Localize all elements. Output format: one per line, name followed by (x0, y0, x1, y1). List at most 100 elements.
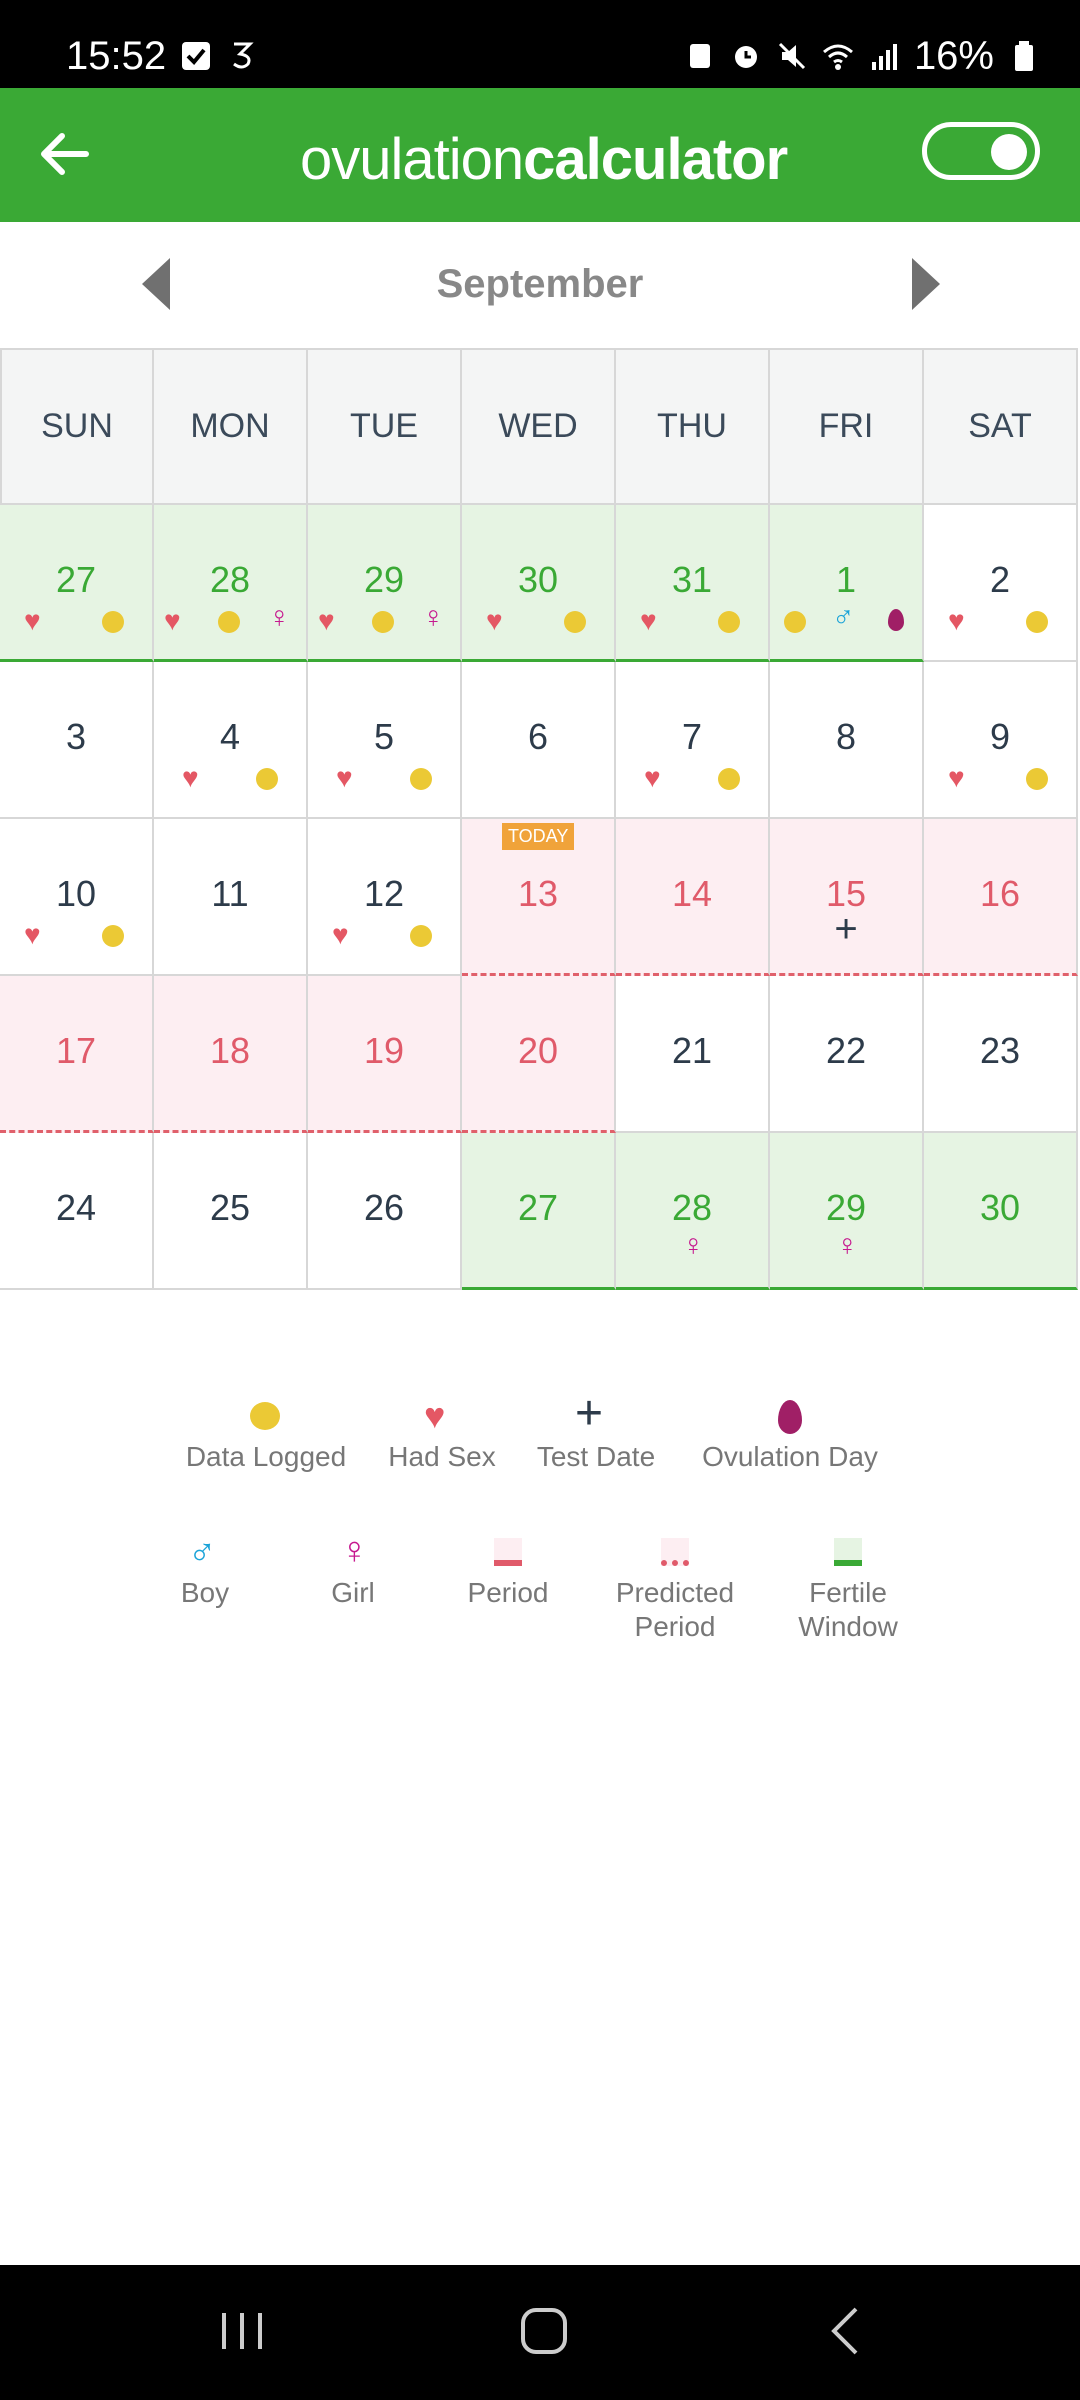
weekday-label: THU (616, 348, 770, 505)
heart-icon: ♥ (24, 919, 41, 950)
day-cell[interactable]: 4 ♥ (154, 662, 308, 819)
day-number: 21 (671, 1030, 713, 1071)
day-number: 3 (65, 716, 87, 757)
status-bar: 15:52 16% (0, 0, 1080, 88)
day-number: 18 (209, 1030, 251, 1071)
heart-icon: ♥ (24, 605, 41, 636)
day-cell[interactable]: 19 (308, 976, 462, 1133)
day-cell[interactable]: 25 (154, 1133, 308, 1290)
legend-girl: ♀ Girl (308, 1516, 398, 1610)
view-toggle[interactable] (922, 122, 1040, 180)
period-swatch-icon (494, 1538, 522, 1566)
status-time: 15:52 (66, 34, 167, 78)
next-month-button[interactable] (912, 258, 940, 310)
day-cell[interactable]: 2 ♥ (924, 505, 1078, 662)
day-number: 28 (209, 559, 251, 600)
girl-symbol-icon: ♀ (340, 1530, 369, 1572)
data-logged-dot-icon (1026, 768, 1048, 790)
day-cell[interactable]: 17 (0, 976, 154, 1133)
fertile-window-swatch-icon (834, 1538, 862, 1566)
legend-had-sex: ♥ Had Sex (372, 1380, 512, 1474)
day-cell[interactable]: 1 ♂ (770, 505, 924, 662)
day-cell[interactable]: 20 (462, 976, 616, 1133)
day-number: 23 (979, 1030, 1021, 1071)
legend-label: Period (634, 1611, 716, 1642)
girl-symbol-icon: ♀ (836, 1229, 859, 1262)
heart-icon: ♥ (332, 919, 349, 950)
day-number: 29 (825, 1187, 867, 1228)
day-cell[interactable]: 16 (924, 819, 1078, 976)
calendar-week: 3 4 ♥ 5 ♥ 6 7 ♥ 8 9 ♥ (0, 662, 1080, 819)
heart-icon: ♥ (644, 762, 661, 793)
day-cell[interactable]: 29 ♀ (770, 1133, 924, 1290)
day-cell[interactable]: 27 ♥ (0, 505, 154, 662)
legend-label: Ovulation Day (702, 1441, 878, 1472)
mute-icon (778, 42, 805, 70)
day-cell[interactable]: 12 ♥ (308, 819, 462, 976)
day-cell[interactable]: 28 ♀ (616, 1133, 770, 1290)
day-number: 2 (989, 559, 1011, 600)
girl-symbol-icon: ♀ (268, 601, 291, 634)
day-number: 28 (671, 1187, 713, 1228)
day-cell[interactable]: 21 (616, 976, 770, 1133)
system-navigation-bar (0, 2265, 1080, 2400)
day-cell[interactable]: 23 (924, 976, 1078, 1133)
day-cell[interactable]: 14 (616, 819, 770, 976)
wifi-icon (822, 44, 853, 70)
day-cell[interactable]: 3 (0, 662, 154, 819)
battery-percent: 16% (913, 34, 994, 78)
day-number: 10 (55, 873, 97, 914)
weekday-header-row: SUN MON TUE WED THU FRI SAT (0, 348, 1080, 505)
day-cell[interactable]: 18 (154, 976, 308, 1133)
day-number: 26 (363, 1187, 405, 1228)
day-number: 13 (517, 873, 559, 914)
data-logged-dot-icon (256, 768, 278, 790)
legend-fertile-window: Fertile Window (780, 1516, 916, 1644)
recent-apps-icon[interactable] (218, 2309, 266, 2353)
weekday-label: WED (462, 348, 616, 505)
calendar-week: 27 ♥ 28 ♥ ♀ 29 ♥ ♀ 30 ♥ 31 ♥ 1 ♂ 2 ♥ (0, 505, 1080, 662)
day-cell[interactable]: 27 (462, 1133, 616, 1290)
home-icon[interactable] (518, 2305, 570, 2357)
day-number: 8 (835, 716, 857, 757)
day-cell[interactable]: 9 ♥ (924, 662, 1078, 819)
day-cell[interactable]: 5 ♥ (308, 662, 462, 819)
day-cell[interactable]: 11 (154, 819, 308, 976)
day-number: 19 (363, 1030, 405, 1071)
legend-label: Fertile (809, 1577, 887, 1608)
calendar-week: 17 18 19 20 21 22 23 (0, 976, 1080, 1133)
day-number: 30 (979, 1187, 1021, 1228)
heart-icon: ♥ (486, 605, 503, 636)
check-icon (182, 42, 210, 70)
day-cell[interactable]: 28 ♥ ♀ (154, 505, 308, 662)
day-cell[interactable]: 26 (308, 1133, 462, 1290)
day-cell[interactable]: 10 ♥ (0, 819, 154, 976)
day-cell[interactable]: 24 (0, 1133, 154, 1290)
arrow-left-icon[interactable] (34, 124, 94, 184)
day-number: 30 (517, 559, 559, 600)
battery-icon (1015, 41, 1033, 71)
day-cell[interactable]: 15 + (770, 819, 924, 976)
day-number: 14 (671, 873, 713, 914)
day-number: 7 (681, 716, 703, 757)
carrier-3-icon (233, 42, 254, 69)
day-cell[interactable]: 6 (462, 662, 616, 819)
legend-ovulation-day: Ovulation Day (690, 1380, 890, 1474)
day-cell[interactable]: 30 ♥ (462, 505, 616, 662)
day-cell[interactable]: 7 ♥ (616, 662, 770, 819)
legend-data-logged: Data Logged (176, 1380, 356, 1474)
legend-boy: ♂ Boy (160, 1516, 250, 1610)
day-cell[interactable]: 30 (924, 1133, 1078, 1290)
girl-symbol-icon: ♀ (422, 601, 445, 634)
day-cell[interactable]: 8 (770, 662, 924, 819)
day-cell[interactable]: 31 ♥ (616, 505, 770, 662)
legend-label: Period (467, 1577, 549, 1608)
ovulation-drop-icon (778, 1400, 802, 1434)
predicted-period-swatch-icon (661, 1538, 689, 1566)
back-nav-icon[interactable] (826, 2305, 866, 2357)
day-number: 1 (835, 559, 857, 600)
day-cell[interactable]: 29 ♥ ♀ (308, 505, 462, 662)
day-cell[interactable]: 22 (770, 976, 924, 1133)
day-number: 22 (825, 1030, 867, 1071)
day-cell-today[interactable]: TODAY 13 (462, 819, 616, 976)
